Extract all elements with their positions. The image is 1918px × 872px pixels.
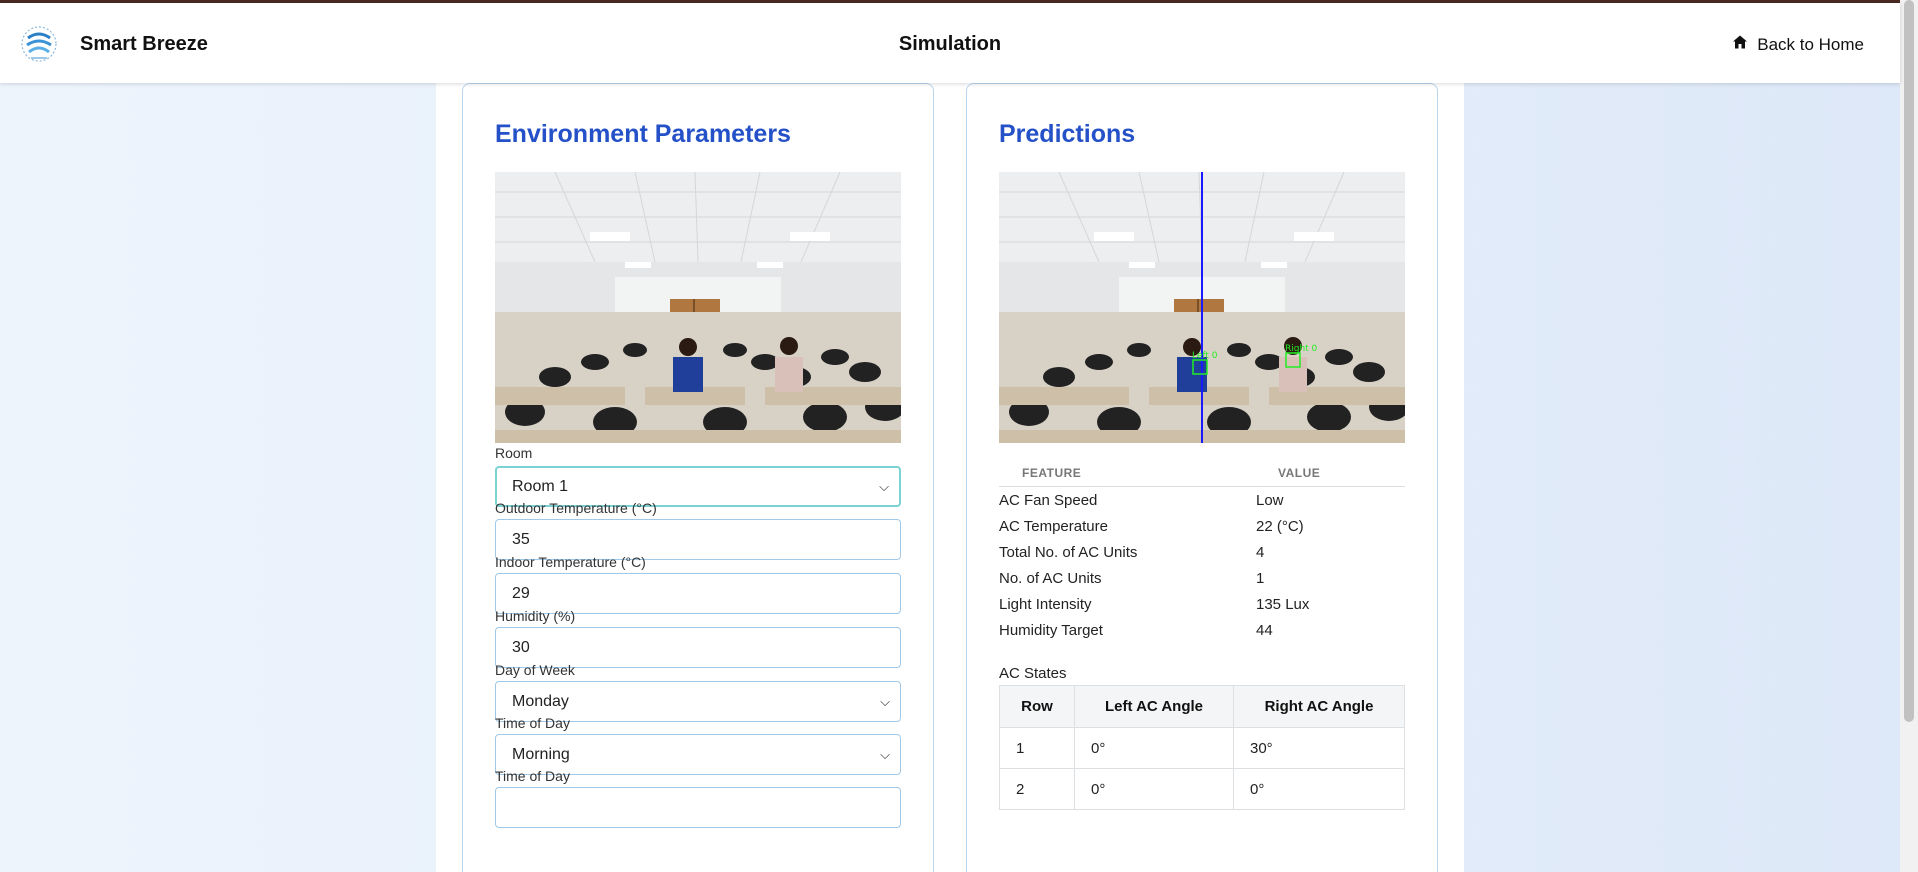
table-row: 2 0° 0°: [999, 768, 1405, 810]
right-ac-angle-column-header: Right AC Angle: [1233, 685, 1405, 728]
day-of-week-label: Day of Week: [495, 662, 575, 678]
chevron-down-icon: ⌵: [879, 479, 889, 494]
feature-cell: Light Intensity: [999, 596, 1092, 613]
predictions-card: Predictions Left 0 Right 0 FEATURE VALUE…: [966, 83, 1438, 872]
table-row: Humidity Target 44: [999, 617, 1405, 643]
right-ac-angle-cell: 30°: [1233, 727, 1405, 769]
value-cell: 4: [1256, 544, 1265, 561]
environment-parameters-title: Environment Parameters: [495, 120, 791, 148]
left-detection-label: Left 0: [1192, 351, 1218, 361]
table-row: No. of AC Units 1: [999, 565, 1405, 591]
table-row: Light Intensity 135 Lux: [999, 591, 1405, 617]
feature-column-header: FEATURE: [1022, 466, 1082, 480]
value-cell: 1: [1256, 570, 1265, 587]
row-cell: 2: [999, 768, 1075, 810]
value-cell: 22 (°C): [1256, 518, 1304, 535]
feature-cell: AC Fan Speed: [999, 492, 1098, 509]
chevron-down-icon: ⌵: [880, 747, 890, 762]
vertical-scrollbar[interactable]: [1900, 0, 1918, 872]
predictions-title: Predictions: [999, 120, 1136, 148]
row-cell: 1: [999, 727, 1075, 769]
detection-photo: Left 0 Right 0: [999, 172, 1405, 443]
outdoor-temperature-label: Outdoor Temperature (°C): [495, 500, 657, 516]
table-row: 1 0° 30°: [999, 727, 1405, 769]
feature-cell: Total No. of AC Units: [999, 544, 1138, 561]
time-of-day-label: Time of Day: [495, 715, 570, 731]
predictions-table: FEATURE VALUE AC Fan Speed Low AC Temper…: [999, 457, 1405, 643]
value-cell: 44: [1256, 622, 1273, 639]
left-ac-angle-cell: 0°: [1074, 768, 1234, 810]
feature-cell: AC Temperature: [999, 518, 1108, 535]
value-column-header: VALUE: [1278, 466, 1321, 480]
back-to-home-link[interactable]: Back to Home: [1732, 34, 1864, 55]
room-label: Room: [495, 445, 533, 461]
table-row: Total No. of AC Units 4: [999, 539, 1405, 565]
table-row: AC Temperature 22 (°C): [999, 513, 1405, 539]
navbar: Smart Breeze Simulation Back to Home: [0, 3, 1900, 83]
page-title: Simulation: [898, 33, 1002, 55]
right-ac-angle-cell: 0°: [1233, 768, 1405, 810]
left-ac-angle-column-header: Left AC Angle: [1074, 685, 1234, 728]
outdoor-temperature-value: 35: [512, 531, 530, 548]
ac-states-header-row: Row Left AC Angle Right AC Angle: [999, 685, 1405, 728]
indoor-temperature-label: Indoor Temperature (°C): [495, 554, 646, 570]
logo[interactable]: [18, 22, 60, 66]
room-value: Room 1: [512, 478, 569, 495]
row-column-header: Row: [999, 685, 1075, 728]
indoor-temperature-value: 29: [512, 585, 530, 602]
classroom-photo: [495, 172, 901, 443]
value-cell: 135 Lux: [1256, 596, 1310, 613]
predictions-table-header: FEATURE VALUE: [999, 457, 1405, 487]
environment-parameters-card: Environment Parameters Room Room 1 ⌵ Out…: [462, 83, 934, 872]
feature-cell: No. of AC Units: [999, 570, 1102, 587]
value-cell: Low: [1256, 492, 1284, 509]
time-of-day-label-2: Time of Day: [495, 768, 570, 784]
feature-cell: Humidity Target: [999, 622, 1103, 639]
time-of-day-value: Morning: [512, 746, 570, 763]
ac-states-label: AC States: [999, 665, 1067, 682]
humidity-value: 30: [512, 639, 530, 656]
home-icon: [1732, 34, 1748, 55]
brand-name: Smart Breeze: [80, 33, 208, 55]
back-to-home-label: Back to Home: [1757, 34, 1864, 54]
chevron-down-icon: ⌵: [880, 694, 890, 709]
humidity-label: Humidity (%): [495, 608, 576, 624]
left-ac-angle-cell: 0°: [1074, 727, 1234, 769]
scrollbar-thumb[interactable]: [1904, 0, 1914, 722]
time-of-day-select-2[interactable]: [495, 787, 901, 828]
table-row: AC Fan Speed Low: [999, 487, 1405, 513]
right-detection-label: Right 0: [1285, 344, 1318, 354]
ac-states-table: Row Left AC Angle Right AC Angle 1 0° 30…: [999, 685, 1405, 810]
day-of-week-value: Monday: [512, 693, 569, 710]
